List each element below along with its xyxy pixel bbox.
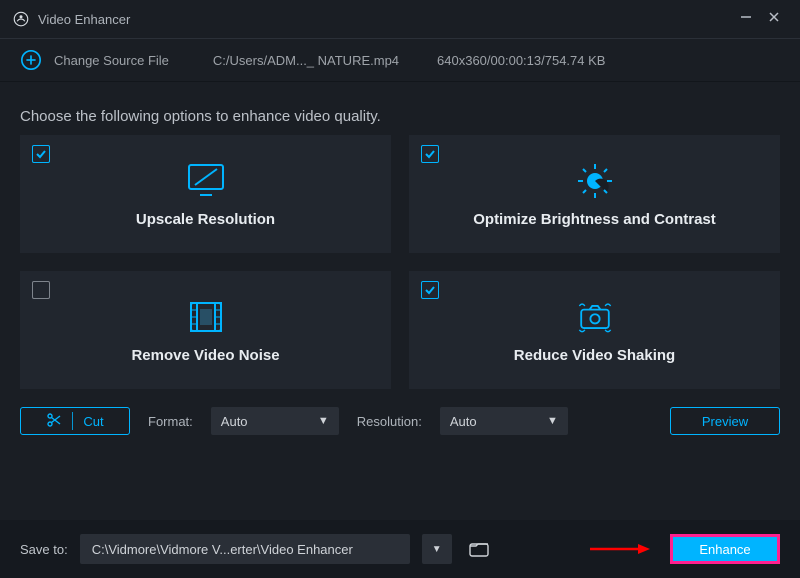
checkbox-brightness[interactable]	[421, 145, 439, 163]
window-title: Video Enhancer	[38, 12, 732, 27]
card-label: Upscale Resolution	[136, 211, 275, 228]
folder-icon	[469, 541, 489, 557]
instructions-text: Choose the following options to enhance …	[0, 82, 800, 135]
card-reduce-shaking[interactable]: Reduce Video Shaking	[409, 271, 780, 389]
source-path: C:/Users/ADM..._ NATURE.mp4	[213, 53, 399, 68]
preview-button[interactable]: Preview	[670, 407, 780, 435]
chevron-down-icon: ▼	[432, 544, 442, 555]
minimize-button[interactable]	[732, 10, 760, 29]
card-upscale-resolution[interactable]: Upscale Resolution	[20, 135, 391, 253]
open-folder-button[interactable]	[464, 534, 494, 564]
card-label: Reduce Video Shaking	[514, 347, 675, 364]
source-row: Change Source File C:/Users/ADM..._ NATU…	[0, 38, 800, 82]
format-select[interactable]: Auto ▼	[211, 407, 339, 435]
chevron-down-icon: ▼	[547, 415, 558, 427]
save-path-dropdown[interactable]: ▼	[422, 534, 452, 564]
add-source-icon[interactable]	[20, 49, 42, 71]
film-icon	[183, 297, 229, 337]
preview-label: Preview	[702, 414, 748, 429]
cut-label: Cut	[83, 414, 103, 429]
cut-button[interactable]: Cut	[20, 407, 130, 435]
app-icon	[12, 10, 30, 28]
chevron-down-icon: ▼	[318, 415, 329, 427]
checkbox-shaking[interactable]	[421, 281, 439, 299]
arrow-annotation	[590, 542, 650, 556]
camera-shake-icon	[572, 297, 618, 337]
change-source-link[interactable]: Change Source File	[54, 53, 169, 68]
card-optimize-brightness[interactable]: Optimize Brightness and Contrast	[409, 135, 780, 253]
enhance-label: Enhance	[699, 542, 750, 557]
checkbox-noise[interactable]	[32, 281, 50, 299]
save-path-value: C:\Vidmore\Vidmore V...erter\Video Enhan…	[92, 542, 353, 557]
resolution-value: Auto	[450, 414, 477, 429]
brightness-icon	[572, 161, 618, 201]
save-to-label: Save to:	[20, 542, 68, 557]
enhance-button[interactable]: Enhance	[670, 534, 780, 564]
monitor-icon	[183, 161, 229, 201]
card-label: Optimize Brightness and Contrast	[473, 211, 716, 228]
source-meta: 640x360/00:00:13/754.74 KB	[437, 53, 605, 68]
titlebar: Video Enhancer	[0, 0, 800, 38]
cut-divider	[72, 412, 73, 430]
checkbox-upscale[interactable]	[32, 145, 50, 163]
enhancement-options: Upscale Resolution Optimize Brightness a…	[0, 135, 800, 389]
resolution-select[interactable]: Auto ▼	[440, 407, 568, 435]
card-label: Remove Video Noise	[131, 347, 279, 364]
resolution-label: Resolution:	[357, 414, 422, 429]
format-label: Format:	[148, 414, 193, 429]
scissors-icon	[46, 412, 62, 431]
card-remove-noise[interactable]: Remove Video Noise	[20, 271, 391, 389]
close-button[interactable]	[760, 10, 788, 29]
controls-row: Cut Format: Auto ▼ Resolution: Auto ▼ Pr…	[0, 389, 800, 447]
save-path-field[interactable]: C:\Vidmore\Vidmore V...erter\Video Enhan…	[80, 534, 410, 564]
format-value: Auto	[221, 414, 248, 429]
